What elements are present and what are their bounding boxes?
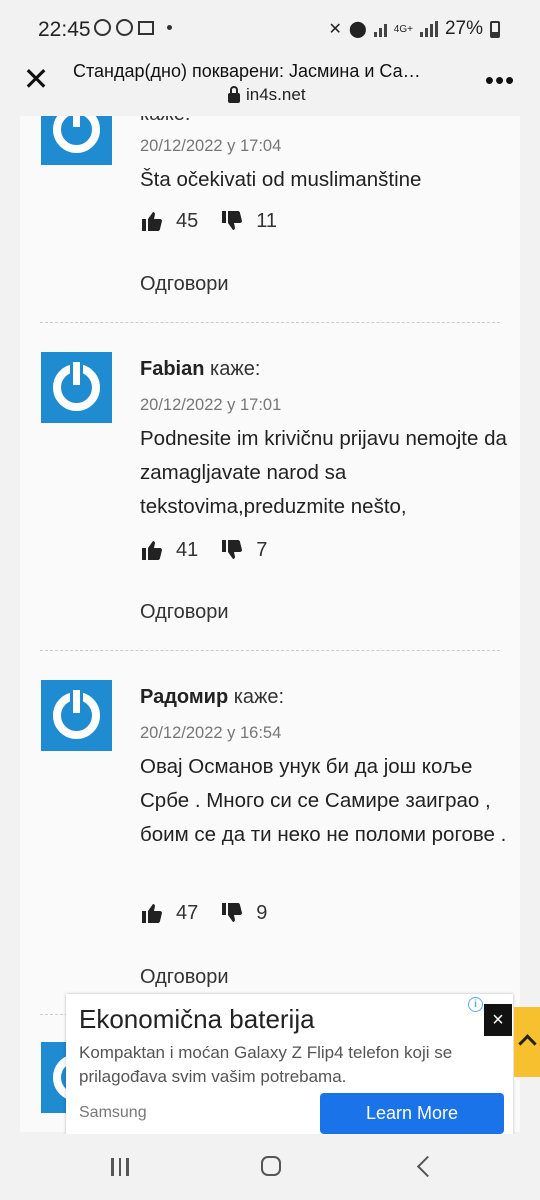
ad-brand: Samsung <box>79 1104 147 1121</box>
comment-date: 20/12/2022 у 17:04 <box>140 137 282 155</box>
more-options-icon[interactable]: ••• <box>484 67 516 93</box>
comment-divider <box>40 650 500 651</box>
thumbs-down-icon[interactable] <box>220 901 244 925</box>
wifi-signal-icon <box>373 21 387 37</box>
ad-info-icon[interactable]: i <box>468 997 483 1012</box>
chevron-up-icon <box>518 1034 537 1053</box>
thumbs-up-icon[interactable] <box>140 901 164 925</box>
home-icon[interactable] <box>261 1156 281 1176</box>
image-icon <box>138 20 154 35</box>
like-count: 45 <box>176 209 199 232</box>
network-type-label: 4G+ <box>393 23 413 35</box>
comment-date: 20/12/2022 у 16:54 <box>140 724 282 742</box>
ad-description: Kompaktan i moćan Galaxy Z Flip4 telefon… <box>79 1043 453 1086</box>
comment-votes: 41 7 <box>140 538 267 562</box>
notification-icons <box>94 19 172 36</box>
comment-author: Fabian <box>140 358 205 380</box>
ad-banner[interactable]: i Ekonomična baterija Kompaktan i moćan … <box>66 994 513 1134</box>
url-text: in4s.net <box>246 85 306 104</box>
comment-says: каже: <box>210 358 261 380</box>
navigation-bar <box>0 1134 540 1200</box>
comment-author: Радомир <box>140 686 229 708</box>
url-display[interactable]: in4s.net <box>228 85 306 105</box>
comment-text: Podnesite im krivičnu prijavu nemojte da… <box>140 427 507 518</box>
location-icon: ⬤ <box>348 21 367 38</box>
browser-toolbar: ✕ Стандар(дно) покварени: Јасмина и Са… … <box>0 58 540 116</box>
comment-votes: 47 9 <box>140 901 267 925</box>
ad-close-button[interactable]: × <box>484 1004 512 1036</box>
comment-author-line: каже: <box>140 116 190 126</box>
comment-author-line: Fabian каже: <box>140 358 260 381</box>
comment-votes: 45 11 <box>140 209 277 233</box>
thumbs-up-icon[interactable] <box>140 538 164 562</box>
avatar <box>41 352 112 423</box>
battery-icon <box>490 20 500 38</box>
scroll-to-top-button[interactable] <box>514 1007 540 1077</box>
reply-link[interactable]: Одговори <box>140 966 229 989</box>
comment-text: Овај Османов унук би да још коље Србе . … <box>140 755 507 846</box>
reply-link[interactable]: Одговори <box>140 601 229 624</box>
comment-divider <box>40 322 500 323</box>
avatar <box>41 680 112 751</box>
ad-title: Ekonomična baterija <box>79 1004 315 1034</box>
system-icons: ✕ ⬤ 4G+ 27% <box>328 18 500 40</box>
thumbs-down-icon[interactable] <box>220 538 244 562</box>
avatar <box>41 116 112 165</box>
comment-author-line: Радомир каже: <box>140 686 284 709</box>
back-icon[interactable] <box>416 1155 439 1178</box>
more-notifications-icon <box>167 25 172 30</box>
lock-icon <box>228 85 240 103</box>
viber-icon-2 <box>116 19 133 36</box>
comments-section: каже: 20/12/2022 у 17:04 Šta očekivati o… <box>20 116 520 1132</box>
comment-date: 20/12/2022 у 17:01 <box>140 396 282 414</box>
cell-signal-icon <box>419 21 438 37</box>
mute-icon: ✕ <box>328 21 342 38</box>
comment-says: каже: <box>233 686 285 708</box>
page-title: Стандар(дно) покварени: Јасмина и Са… <box>73 61 421 81</box>
like-count: 41 <box>176 538 199 561</box>
reply-link[interactable]: Одговори <box>140 273 229 296</box>
viber-icon <box>94 19 111 36</box>
learn-more-button[interactable]: Learn More <box>320 1093 504 1134</box>
recent-apps-icon[interactable] <box>111 1158 129 1176</box>
dislike-count: 9 <box>256 901 268 924</box>
thumbs-up-icon[interactable] <box>140 209 164 233</box>
thumbs-down-icon[interactable] <box>220 209 244 233</box>
like-count: 47 <box>176 901 199 924</box>
comment-says: каже: <box>140 116 190 125</box>
comment-text: Šta očekivati od muslimanštine <box>140 168 422 191</box>
dislike-count: 11 <box>256 209 278 232</box>
dislike-count: 7 <box>256 538 268 561</box>
close-icon[interactable]: ✕ <box>21 63 51 95</box>
status-bar: 22:45 ✕ ⬤ 4G+ 27% <box>0 0 540 58</box>
battery-percent: 27% <box>444 18 483 39</box>
status-time: 22:45 <box>38 18 91 41</box>
